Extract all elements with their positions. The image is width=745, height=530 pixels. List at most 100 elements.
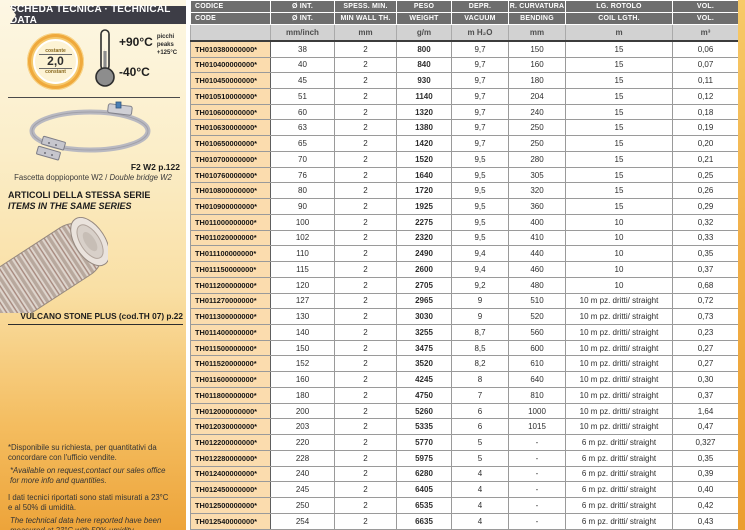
spec-table-body: TH010380000000*3828009,7150150,06TH01040… [191,41,739,530]
data-cell: 0,18 [673,104,739,120]
data-cell: 2 [335,309,397,325]
code-cell: TH011800000000* [191,387,271,403]
data-cell: 2 [335,136,397,152]
thermometer-icon [92,27,118,89]
column-header: VOL. [673,13,739,25]
column-header: Ø INT. [271,13,335,25]
sidebar-header-title: SCHEDA TECNICA · TECHNICAL DATA [10,4,186,26]
data-cell: 810 [509,387,566,403]
data-cell: 15 [566,167,673,183]
unit-cell: m [566,25,673,41]
table-row: TH011300000000*13023030952010 m pz. drit… [191,309,739,325]
data-cell: 228 [271,450,335,466]
column-header: R. CURVATURA [509,1,566,13]
column-header: MIN WALL TH. [335,13,397,25]
table-row: TH011400000000*140232558,756010 m pz. dr… [191,325,739,341]
data-cell: - [509,450,566,466]
data-cell: 10 [566,214,673,230]
data-cell: 10 m pz. dritti/ straight [566,403,673,419]
data-cell: 5335 [397,419,452,435]
data-cell: 7 [452,387,509,403]
table-row: TH010700000000*70215209,5280150,21 [191,151,739,167]
data-cell: 110 [271,246,335,262]
table-row: TH012280000000*228259755-6 m pz. dritti/… [191,450,739,466]
data-cell: 2490 [397,246,452,262]
data-cell: 5975 [397,450,452,466]
table-row: TH012450000000*245264054-6 m pz. dritti/… [191,482,739,498]
data-cell: 400 [509,214,566,230]
data-cell: 9,7 [452,136,509,152]
data-cell: 0,37 [673,387,739,403]
unit-cell: mm [335,25,397,41]
data-cell: 8,5 [452,340,509,356]
data-cell: 510 [509,293,566,309]
table-row: TH012400000000*240262804-6 m pz. dritti/… [191,466,739,482]
data-cell: 2 [335,73,397,89]
column-header: DEPR. [452,1,509,13]
sidebar-divider [8,97,180,98]
data-cell: 204 [509,89,566,105]
data-cell: 10 m pz. dritti/ straight [566,340,673,356]
data-cell: 9,5 [452,214,509,230]
constant-badge: costante 2,0 constant [27,33,84,90]
data-cell: 80 [271,183,335,199]
data-cell: 0,43 [673,513,739,529]
data-cell: 8,7 [452,325,509,341]
data-cell: 1320 [397,104,452,120]
data-cell: 120 [271,277,335,293]
data-cell: 2 [335,214,397,230]
data-cell: 930 [397,73,452,89]
data-cell: 360 [509,199,566,215]
code-cell: TH010450000000* [191,73,271,89]
data-cell: 4 [452,482,509,498]
data-cell: 2275 [397,214,452,230]
data-cell: 2 [335,482,397,498]
table-row: TH010630000000*63213809,7250150,19 [191,120,739,136]
clamp-photo [12,101,162,161]
data-cell: 3255 [397,325,452,341]
data-cell: 63 [271,120,335,136]
table-row: TH010400000000*4028409,7160150,07 [191,57,739,73]
data-cell: 9,5 [452,230,509,246]
datasheet-page: SCHEDA TECNICA · TECHNICAL DATA costante… [0,0,745,530]
temp-min-label: -40°C [119,65,153,79]
data-cell: 160 [509,57,566,73]
data-cell: 1000 [509,403,566,419]
data-cell: 10 m pz. dritti/ straight [566,419,673,435]
data-cell: 6 m pz. dritti/ straight [566,513,673,529]
badge-value: 2,0 [39,54,72,69]
data-cell: 10 m pz. dritti/ straight [566,372,673,388]
data-cell: 200 [271,403,335,419]
data-cell: 0,40 [673,482,739,498]
data-cell: 203 [271,419,335,435]
series-item-link: VULCANO STONE PLUS (cod.TH 07) p.22 [8,311,183,325]
column-header: VACUUM [452,13,509,25]
data-cell: 254 [271,513,335,529]
table-row: TH011520000000*152235208,261010 m pz. dr… [191,356,739,372]
clamp-reference: F2 W2 p.122 [8,162,180,172]
data-cell: 65 [271,136,335,152]
data-cell: 6 m pz. dritti/ straight [566,482,673,498]
data-cell: 130 [271,309,335,325]
data-cell: - [509,498,566,514]
data-cell: 2 [335,387,397,403]
data-cell: 250 [509,120,566,136]
code-cell: TH011500000000* [191,340,271,356]
data-cell: 6535 [397,498,452,514]
data-cell: 9,7 [452,120,509,136]
data-cell: 140 [271,325,335,341]
data-cell: 180 [509,73,566,89]
column-header: WEIGHT [397,13,452,25]
data-cell: 2 [335,513,397,529]
data-cell: 2 [335,372,397,388]
data-cell: 160 [271,372,335,388]
data-cell: 9,7 [452,104,509,120]
table-row: TH010510000000*51211409,7204150,12 [191,89,739,105]
data-cell: 8 [452,372,509,388]
data-cell: 150 [271,340,335,356]
data-cell: 2965 [397,293,452,309]
right-edge-strip [738,0,745,530]
table-row: TH010380000000*3828009,7150150,06 [191,41,739,58]
table-row: TH010600000000*60213209,7240150,18 [191,104,739,120]
data-cell: 0,27 [673,356,739,372]
